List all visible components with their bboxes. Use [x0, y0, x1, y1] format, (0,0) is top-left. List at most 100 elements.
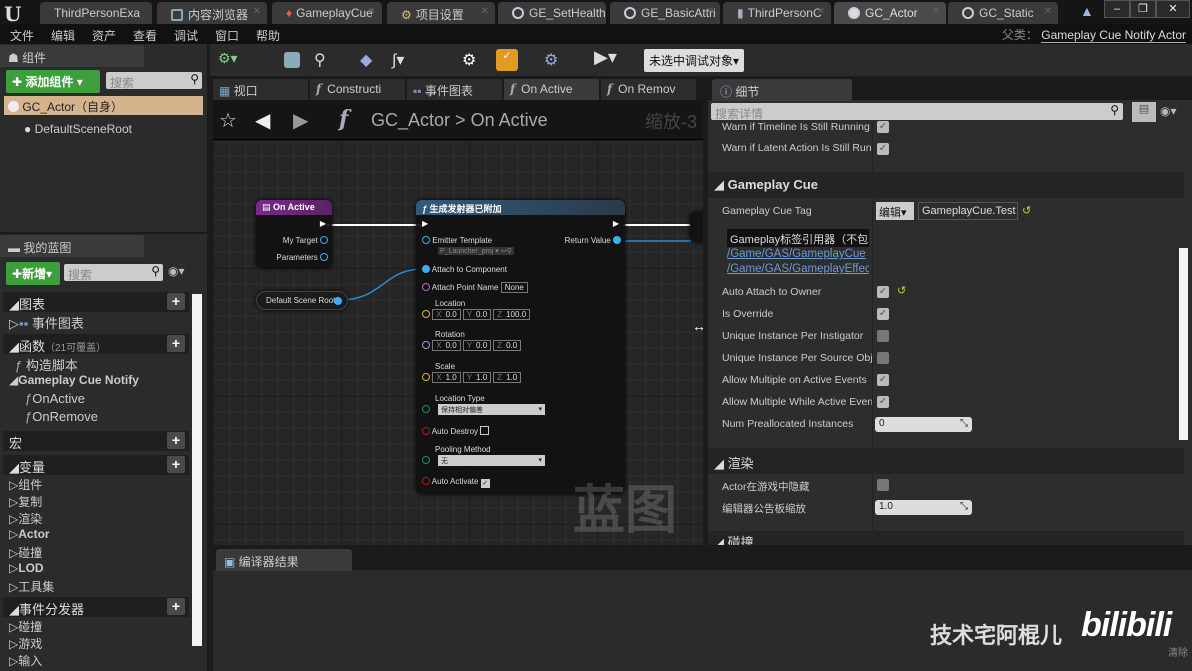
close-icon[interactable]: ✕ — [1044, 6, 1052, 17]
tab-on-remove[interactable]: f On Remov — [601, 79, 696, 100]
tab-event-graph[interactable]: ▪▪ 事件图表 — [407, 79, 502, 100]
close-button[interactable]: ✕ — [1156, 0, 1190, 18]
location-y-input[interactable]: Y 0.0 — [462, 309, 492, 320]
simulate-icon[interactable]: ⚙ — [544, 50, 564, 70]
tree-item-event-graph[interactable]: ▷▪▪ 事件图表 — [3, 312, 189, 334]
menu-help[interactable]: 帮助 — [256, 27, 280, 44]
maximize-button[interactable]: ❐ — [1130, 0, 1156, 18]
tab-gameplaycue[interactable]: ♦ GameplayCue ✕ — [272, 2, 382, 24]
breadcrumb-root[interactable]: GC_Actor — [371, 110, 450, 130]
tree-item-var[interactable]: ▷LOD — [3, 560, 189, 577]
property-checkbox[interactable]: ✓ — [877, 396, 889, 408]
attach-point-input[interactable]: None — [500, 282, 528, 293]
tab-project-settings[interactable]: ⚙ 项目设置 ✕ — [387, 2, 495, 24]
location-x-input[interactable]: X 0.0 — [432, 309, 461, 320]
graph-canvas[interactable]: ▤ On Active ▶ My Target Parameters Defau… — [213, 140, 703, 545]
add-variable-button[interactable]: + — [167, 456, 185, 473]
section-macros[interactable]: 宏 + — [3, 431, 189, 451]
save-icon[interactable] — [284, 52, 300, 68]
tab-construction[interactable]: f Constructi — [310, 79, 405, 100]
close-icon[interactable]: ✕ — [817, 6, 825, 17]
close-icon[interactable]: ✕ — [706, 6, 714, 17]
property-checkbox[interactable]: ✓ — [877, 286, 889, 298]
blueprint-search-input[interactable]: 搜索 ⚲ — [64, 264, 163, 282]
close-icon[interactable]: ✕ — [932, 6, 940, 17]
debug-target-dropdown[interactable]: 未选中调试对象▾ — [644, 49, 745, 72]
referencer-link[interactable]: /Game/GAS/GameplayEffect — [727, 263, 869, 275]
my-blueprint-tab[interactable]: ▬ 我的蓝图 — [0, 235, 144, 257]
tree-item-var[interactable]: ▷组件 — [3, 475, 189, 492]
find-icon[interactable]: ⚲ — [314, 50, 334, 70]
property-checkbox[interactable] — [877, 352, 889, 364]
exec-out-pin[interactable]: ▶ — [320, 219, 326, 228]
details-tab[interactable]: ⓘ 细节 — [712, 79, 852, 101]
tree-item-construct[interactable]: ƒ 构造脚本 — [3, 354, 189, 373]
add-component-button[interactable]: ✚ 添加组件 ▾ — [6, 70, 100, 93]
compiler-results-tab[interactable]: ▣ 编译器结果 — [216, 549, 352, 571]
tree-group-gc-notify[interactable]: ◢Gameplay Cue Notify — [3, 372, 189, 390]
property-checkbox[interactable]: ✓ — [877, 121, 889, 133]
auto-destroy-checkbox[interactable] — [480, 426, 490, 435]
location-type-dropdown[interactable]: 保持相对偏差 ▾ — [438, 404, 545, 415]
pin-auto-activate[interactable]: Auto Activate ✓ — [422, 477, 490, 488]
clear-button[interactable]: 清除 — [1168, 644, 1188, 659]
menu-debug[interactable]: 调试 — [174, 27, 198, 44]
scale-x-input[interactable]: X 1.0 — [432, 372, 461, 383]
tab-ge-sethealth[interactable]: GE_SetHealth — [498, 2, 606, 24]
menu-view[interactable]: 查看 — [133, 27, 157, 44]
component-item-defaultsceneroot[interactable]: ● DefaultSceneRoot — [24, 122, 132, 136]
visibility-eye-icon[interactable]: ◉▾ — [1160, 104, 1177, 118]
tree-item-dispatcher[interactable]: ▷输入 — [3, 651, 189, 668]
forward-arrow-icon[interactable]: ▶ — [293, 108, 308, 133]
section-functions[interactable]: ◢函数（21可覆盖） + — [3, 334, 189, 354]
tab-thirdperson[interactable]: ThirdPersonExa — [40, 2, 152, 24]
section-dispatchers[interactable]: ◢事件分发器 + — [3, 597, 189, 617]
add-graph-button[interactable]: + — [167, 293, 185, 310]
parent-class-link[interactable]: Gameplay Cue Notify Actor — [1041, 28, 1186, 43]
auto-activate-checkbox[interactable]: ✓ — [480, 479, 490, 488]
menu-file[interactable]: 文件 — [10, 27, 34, 44]
tab-gc-actor[interactable]: GC_Actor ✕ — [834, 2, 946, 24]
pin-return-value[interactable]: Return Value — [565, 236, 621, 245]
tree-item-dispatcher[interactable]: ▷碰撞 — [3, 617, 189, 634]
section-variables[interactable]: ◢变量 + — [3, 455, 189, 475]
new-button[interactable]: ✚新增▾ — [6, 262, 60, 285]
close-icon[interactable]: ✕ — [481, 6, 489, 17]
details-search-input[interactable]: 搜索详情 ⚲ — [711, 103, 1123, 121]
section-collision[interactable]: ◢ 碰撞 — [708, 531, 1184, 545]
pin-attach-point-name[interactable]: Attach Point Name None — [422, 282, 530, 293]
spawn-emitter-attached-node[interactable]: ƒ 生成发射器已附加 ▶ ▶ Emitter Template P_Launch… — [416, 200, 625, 494]
edit-tag-button[interactable]: 编辑▾ — [876, 202, 914, 220]
billboard-scale-input[interactable]: 1.0 ⤡ — [875, 500, 972, 515]
reset-default-icon[interactable]: ↺ — [897, 284, 906, 297]
property-checkbox[interactable] — [877, 479, 889, 491]
graph-connect-icon[interactable]: ∫▾ — [392, 50, 412, 70]
graduation-cap-icon[interactable]: ▲ — [1080, 3, 1094, 19]
property-checkbox[interactable]: ✓ — [877, 143, 889, 155]
tree-item-onremove[interactable]: ƒOnRemove — [3, 408, 189, 429]
scale-y-input[interactable]: Y 1.0 — [462, 372, 492, 383]
tree-item-var[interactable]: ▷Actor — [3, 526, 189, 543]
rotation-y-input[interactable]: Y 0.0 — [462, 340, 492, 351]
tree-item-onactive[interactable]: ƒOnActive — [3, 390, 189, 408]
menu-asset[interactable]: 资产 — [92, 27, 116, 44]
referencer-link[interactable]: /Game/GAS/GameplayCue — [727, 248, 869, 260]
tab-on-active[interactable]: f On Active — [504, 79, 599, 100]
component-item-self[interactable]: GC_Actor（自身） — [4, 96, 203, 115]
hide-pins-icon[interactable]: ◆ — [360, 50, 380, 70]
components-search-input[interactable]: 搜索 ⚲ — [106, 72, 202, 90]
add-macro-button[interactable]: + — [167, 432, 185, 449]
scale-z-input[interactable]: Z 1.0 — [493, 372, 522, 383]
tab-gc-static[interactable]: GC_Static ✕ — [948, 2, 1058, 24]
scrollbar[interactable] — [192, 294, 202, 646]
tab-ge-basicattri[interactable]: GE_BasicAttri ✕ — [610, 2, 720, 24]
pin-location[interactable]: X 0.0 Y 0.0 Z 100.0 — [422, 309, 532, 320]
emitter-template-dropdown[interactable]: P_Launcher_proj ▾ ⇦⚲ — [438, 247, 514, 255]
section-rendering[interactable]: ◢ 渲染 — [708, 448, 1184, 474]
class-settings-icon[interactable]: ⚙▾ — [218, 50, 238, 70]
pin-attach-to-component[interactable]: Attach to Component — [422, 265, 507, 274]
section-gameplay-cue[interactable]: ◢ Gameplay Cue — [708, 172, 1184, 198]
play-icon[interactable]: ▶▾ — [594, 47, 617, 67]
components-tab[interactable]: ☗ 组件 — [0, 45, 144, 67]
tab-thirdpersonc[interactable]: ▮ ThirdPersonC ✕ — [723, 2, 831, 24]
